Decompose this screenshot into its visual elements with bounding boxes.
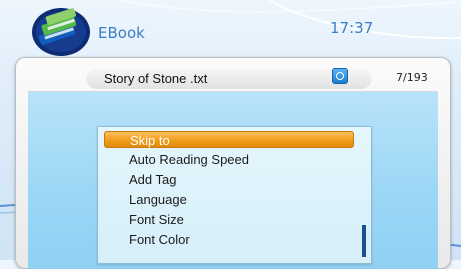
ebook-app-icon: [32, 8, 90, 56]
menu-scrollbar[interactable]: [362, 131, 366, 259]
page-indicator: 7/193: [396, 71, 428, 84]
app-title: EBook: [98, 24, 145, 42]
lock-icon[interactable]: [332, 68, 348, 84]
menu-item-language[interactable]: Language: [104, 191, 354, 208]
clock: 17:37: [330, 19, 374, 37]
options-menu: Skip to Auto Reading Speed Add Tag Langu…: [97, 126, 372, 264]
menu-item-add-tag[interactable]: Add Tag: [104, 171, 354, 188]
menu-item-auto-reading-speed[interactable]: Auto Reading Speed: [104, 151, 354, 168]
menu-item-font-color[interactable]: Font Color: [104, 231, 354, 248]
menu-item-skip-to[interactable]: Skip to: [104, 131, 354, 148]
document-title: Story of Stone .txt: [104, 71, 208, 86]
menu-item-font-size[interactable]: Font Size: [104, 211, 354, 228]
header-bar: EBook 17:37: [0, 0, 461, 60]
scrollbar-thumb[interactable]: [362, 225, 366, 257]
